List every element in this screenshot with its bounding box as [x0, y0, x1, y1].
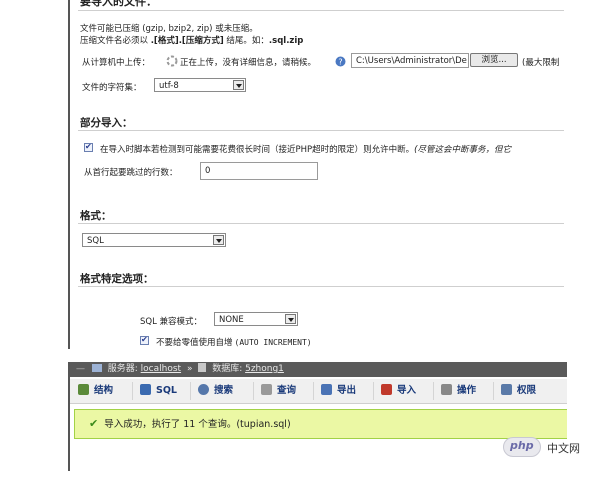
compress-note: 文件可能已压缩 (gzip, bzip2, zip) 或未压缩。 [80, 24, 258, 34]
tab-label: 结构 [94, 385, 114, 396]
tab-label: 查询 [277, 385, 297, 396]
help-icon[interactable]: ? [335, 56, 346, 67]
breadcrumb-server-label: 服务器: [107, 364, 141, 374]
format-value: SQL [87, 236, 104, 246]
sql-icon [140, 384, 151, 395]
format-title: 格式： [80, 210, 112, 222]
tab-divider [253, 382, 254, 400]
tab-divider [433, 382, 434, 400]
search-icon [198, 384, 209, 395]
tab-label: 权限 [517, 385, 537, 396]
no-auto-value-text: 不要给零值使用自增 [156, 338, 233, 348]
extension-note: 压缩文件名必须以 .[格式].[压缩方式] 结尾。如：.sql.zip [80, 34, 303, 46]
upload-status: 正在上传，没有详细信息，请稍候。 [180, 58, 317, 68]
allow-interrupt-checkbox[interactable] [84, 142, 93, 152]
spinner-icon [166, 55, 178, 67]
format-options-title: 格式特定选项： [80, 273, 154, 285]
structure-icon [78, 384, 89, 395]
export-icon [321, 384, 332, 395]
tab-label: 导出 [337, 385, 357, 396]
breadcrumb-server-link[interactable]: localhost [141, 364, 181, 374]
no-auto-value-label: 不要给零值使用自增 (AUTO INCREMENT) [156, 336, 312, 348]
breadcrumb-arrow: — [76, 364, 85, 374]
tab-divider [190, 382, 191, 400]
file-section-title: 要导入的文件： [80, 0, 157, 8]
tab-label: 导入 [397, 385, 417, 396]
tab-import[interactable]: 导入 [381, 379, 416, 403]
tab-export[interactable]: 导出 [321, 379, 356, 403]
charset-label: 文件的字符集： [82, 83, 142, 93]
check-icon: ✔ [89, 417, 99, 430]
privileges-icon [501, 384, 512, 395]
php-watermark: php 中文网 [503, 437, 599, 459]
tab-operations[interactable]: 操作 [441, 379, 476, 403]
query-icon [261, 384, 272, 395]
skip-rows-label: 从首行起要跳过的行数： [84, 168, 178, 178]
allow-interrupt-note: (尽管这会中断事务，但它 [414, 145, 511, 155]
file-path-input[interactable]: C:\Users\Administrator\De [351, 53, 469, 68]
browse-button[interactable]: 浏览... [470, 53, 518, 67]
breadcrumb: — 服务器: localhost » 数据库: 5zhong1 [70, 362, 567, 377]
server-icon [91, 364, 102, 372]
skip-rows-input[interactable]: 0 [200, 162, 318, 180]
import-result-panel: — 服务器: localhost » 数据库: 5zhong1 结构 SQL 搜… [68, 362, 567, 471]
tab-label: 操作 [457, 385, 477, 396]
charset-value: utf-8 [159, 81, 179, 91]
php-logo-text: php [510, 439, 534, 452]
tab-structure[interactable]: 结构 [78, 379, 113, 403]
extension-example: .sql.zip [268, 36, 304, 46]
tab-bar: 结构 SQL 搜索 查询 导出 导入 操作 权限 [70, 379, 567, 404]
tab-label: SQL [156, 385, 177, 396]
tab-label: 搜索 [214, 385, 234, 396]
no-auto-value-checkbox[interactable] [140, 335, 149, 345]
partial-import-title: 部分导入： [80, 117, 133, 129]
success-message: ✔ 导入成功，执行了 11 个查询。(tupian.sql) [74, 409, 567, 439]
database-icon [198, 363, 207, 372]
section-divider [78, 130, 564, 131]
tab-search[interactable]: 搜索 [198, 379, 233, 403]
import-icon [381, 384, 392, 395]
tab-divider [313, 382, 314, 400]
operations-icon [441, 384, 452, 395]
chevron-down-icon [233, 80, 244, 90]
section-divider [78, 223, 564, 224]
extension-note-prefix: 压缩文件名必须以 [80, 36, 151, 46]
upload-label: 从计算机中上传： [82, 58, 151, 68]
sql-compat-label: SQL 兼容模式： [140, 317, 203, 327]
tab-sql[interactable]: SQL [140, 379, 177, 403]
no-auto-value-code: (AUTO INCREMENT) [234, 338, 312, 347]
breadcrumb-db-link[interactable]: 5zhong1 [245, 364, 284, 374]
allow-interrupt-label: 在导入时脚本若检测到可能需要花费很长时间（接近PHP超时的限定）则允许中断。(尽… [100, 143, 511, 155]
section-divider [78, 10, 564, 11]
chevron-down-icon [285, 314, 296, 324]
extension-note-mid: 结尾。如： [223, 36, 269, 46]
tab-divider [493, 382, 494, 400]
breadcrumb-db-label: 数据库: [212, 364, 246, 374]
max-limit-note: (最大限制 [522, 58, 560, 68]
allow-interrupt-text: 在导入时脚本若检测到可能需要花费很长时间（接近PHP超时的限定）则允许中断。 [100, 145, 415, 155]
extension-format-pattern: .[格式].[压缩方式] [150, 36, 224, 46]
tab-divider [132, 382, 133, 400]
breadcrumb-separator: » [186, 364, 193, 374]
import-form-panel: 要导入的文件： 文件可能已压缩 (gzip, bzip2, zip) 或未压缩。… [68, 0, 564, 349]
svg-text:?: ? [338, 58, 342, 67]
sql-compat-select[interactable]: NONE [214, 312, 298, 326]
tab-divider [373, 382, 374, 400]
watermark-text: 中文网 [547, 442, 580, 455]
success-text: 导入成功，执行了 11 个查询。(tupian.sql) [104, 419, 291, 430]
tab-privileges[interactable]: 权限 [501, 379, 536, 403]
charset-select[interactable]: utf-8 [154, 78, 246, 92]
tab-query[interactable]: 查询 [261, 379, 296, 403]
format-select[interactable]: SQL [82, 233, 226, 247]
chevron-down-icon [213, 235, 224, 245]
sql-compat-value: NONE [219, 315, 244, 325]
section-divider [78, 286, 564, 287]
